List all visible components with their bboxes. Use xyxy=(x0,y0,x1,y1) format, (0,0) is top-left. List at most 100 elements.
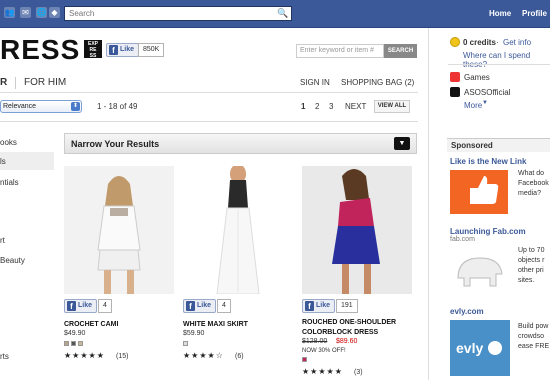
sidebar-item[interactable]: ntials xyxy=(0,178,19,187)
friend-requests-icon[interactable]: 👥 xyxy=(4,7,15,18)
ad-body-line: crowdso xyxy=(518,333,545,340)
express-badge-icon: EXP RE SS xyxy=(84,40,102,59)
sponsored-title: Sponsored xyxy=(451,141,493,150)
product-name[interactable]: ROUCHED ONE-SHOULDER COLORBLOCK DRESS xyxy=(302,318,412,338)
sign-in-link[interactable]: SIGN IN xyxy=(300,78,330,87)
ad-title[interactable]: Like is the New Link xyxy=(450,157,526,166)
more-apps-link[interactable]: More xyxy=(464,101,482,110)
search-icon[interactable]: 🔍 xyxy=(275,7,291,20)
product-like-button[interactable]: Like xyxy=(183,299,217,313)
credits-text: 0 credits xyxy=(463,38,496,47)
svg-text:evly: evly xyxy=(456,340,483,356)
sidebar-item[interactable]: ooks xyxy=(0,138,17,147)
divider xyxy=(448,64,550,65)
product-like-button[interactable]: Like xyxy=(302,299,336,313)
sidebar-item[interactable]: rt xyxy=(0,236,5,245)
product-like-button[interactable]: Like xyxy=(64,299,98,313)
extra-icon[interactable]: ◆ xyxy=(49,7,60,18)
view-all-button[interactable]: VIEW ALL xyxy=(374,100,410,113)
ad-body-line: objects r xyxy=(518,257,545,264)
page-3[interactable]: 3 xyxy=(329,102,333,111)
credits-separator: · xyxy=(496,38,499,47)
keyword-search-input[interactable]: Enter keyword or item # xyxy=(296,44,384,58)
color-swatch[interactable] xyxy=(64,341,69,346)
results-range: 1 - 18 of 49 xyxy=(97,102,138,111)
facebook-top-bar: 👥 ✉ 🌐 ◆ Search 🔍 Home Profile xyxy=(0,0,550,28)
thumbs-up-ad-image-icon[interactable] xyxy=(450,170,508,214)
color-swatch[interactable] xyxy=(71,341,76,346)
notifications-icon[interactable]: 🌐 xyxy=(36,7,47,18)
search-input[interactable]: Search 🔍 xyxy=(64,6,292,21)
product-old-price: $128.00 xyxy=(302,338,328,345)
nav-for-him[interactable]: FOR HIM xyxy=(24,77,66,88)
app-games[interactable]: Games xyxy=(464,73,490,82)
product-promo: NOW 30% OFF! xyxy=(302,348,346,354)
product-name[interactable]: WHITE MAXI SKIRT xyxy=(183,321,248,328)
narrow-results-bar[interactable]: Narrow Your Results ▼ xyxy=(64,133,417,154)
star-rating: ★★★★☆ xyxy=(183,351,224,360)
sidebar-selected-bg xyxy=(0,152,54,170)
product-image-crochet-cami[interactable] xyxy=(64,166,174,294)
review-count[interactable]: (3) xyxy=(354,369,363,376)
color-swatch[interactable] xyxy=(302,357,307,362)
product-like-count: 4 xyxy=(217,299,231,313)
games-icon xyxy=(450,72,460,82)
ad-body-line: media? xyxy=(518,190,541,197)
chevron-down-icon: ⬍ xyxy=(71,102,80,111)
ad-title[interactable]: Launching Fab.com xyxy=(450,227,526,236)
product-name[interactable]: CROCHET CAMI xyxy=(64,321,118,328)
app-asos[interactable]: ASOSOfficial xyxy=(464,88,511,97)
evly-ad-image-icon[interactable]: evly xyxy=(450,320,510,376)
chevron-down-icon[interactable]: ▼ xyxy=(482,100,488,106)
product-like-count: 191 xyxy=(336,299,358,313)
divider xyxy=(0,121,418,122)
nav-divider xyxy=(15,77,16,89)
narrow-results-title: Narrow Your Results xyxy=(71,139,160,149)
sidebar-item[interactable]: Beauty xyxy=(0,256,25,265)
elephant-chair-ad-image-icon[interactable] xyxy=(450,248,512,290)
product-sale-price: $89.60 xyxy=(336,338,358,345)
keyword-search-button[interactable]: SEARCH xyxy=(384,44,417,58)
shopping-bag-link[interactable]: SHOPPING BAG (2) xyxy=(341,78,414,87)
sort-select[interactable]: Relevance ⬍ xyxy=(0,100,82,113)
profile-link[interactable]: Profile xyxy=(522,9,547,18)
divider xyxy=(0,92,418,93)
store-logo[interactable]: RESS xyxy=(0,34,80,66)
ad-body-line: other pri xyxy=(518,267,544,274)
next-page-link[interactable]: NEXT xyxy=(345,102,366,111)
star-rating: ★★★★★ xyxy=(302,367,343,376)
ad-body-line: Facebook xyxy=(518,180,549,187)
credits-coin-icon xyxy=(450,37,460,47)
color-swatch[interactable] xyxy=(183,341,188,346)
review-count[interactable]: (6) xyxy=(235,353,244,360)
ad-domain: fab.com xyxy=(450,236,475,243)
color-swatch[interactable] xyxy=(78,341,83,346)
page-1[interactable]: 1 xyxy=(301,102,305,111)
get-info-link[interactable]: Get info xyxy=(503,38,531,47)
product-price: $49.90 xyxy=(64,330,86,337)
page-2[interactable]: 2 xyxy=(315,102,319,111)
sidebar-item[interactable]: rts xyxy=(0,352,9,361)
product-image-white-maxi-skirt[interactable] xyxy=(183,164,293,295)
sidebar-item-selected[interactable]: ls xyxy=(0,157,6,166)
star-rating: ★★★★★ xyxy=(64,351,105,360)
store-like-button[interactable]: Like xyxy=(106,43,140,57)
store-like-count: 850K xyxy=(138,43,165,57)
search-placeholder: Search xyxy=(69,9,95,18)
messages-icon[interactable]: ✉ xyxy=(20,7,31,18)
spend-credits-link[interactable]: Where can I spend these? xyxy=(463,51,550,69)
chevron-down-icon[interactable]: ▼ xyxy=(394,137,410,150)
ad-body-line: sites. xyxy=(518,277,535,284)
nav-for-her[interactable]: R xyxy=(0,77,7,88)
product-like-count: 4 xyxy=(98,299,112,313)
home-link[interactable]: Home xyxy=(489,9,511,18)
ad-body-line: Build pow xyxy=(518,323,549,330)
product-price: $59.90 xyxy=(183,330,205,337)
ad-body-line: What do xyxy=(518,170,545,177)
asos-icon xyxy=(450,87,460,97)
ad-title[interactable]: evly.com xyxy=(450,307,484,316)
ad-body-line: ease FRE xyxy=(518,343,550,350)
ad-body-line: Up to 70 xyxy=(518,247,545,254)
product-image-rouched-dress[interactable] xyxy=(302,166,412,294)
review-count[interactable]: (15) xyxy=(116,353,128,360)
